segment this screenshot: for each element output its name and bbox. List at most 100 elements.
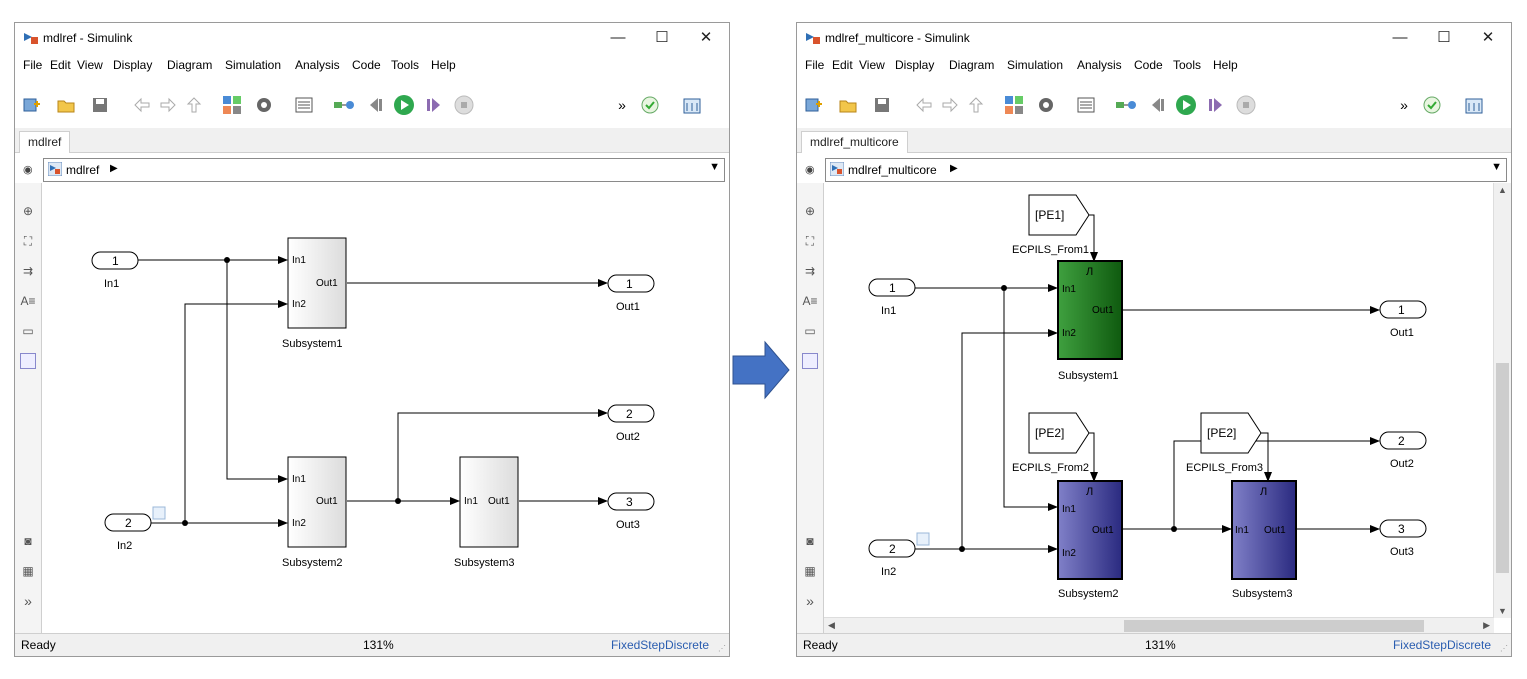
minimize-button[interactable]: — xyxy=(601,27,635,49)
forward-icon[interactable] xyxy=(939,94,961,116)
hide-explorer-icon[interactable]: ◉ xyxy=(805,163,815,176)
more-tools-button[interactable]: » xyxy=(611,94,633,116)
menu-display[interactable]: Display xyxy=(895,58,934,72)
menu-code[interactable]: Code xyxy=(1134,58,1163,72)
close-button[interactable]: ✕ xyxy=(1471,27,1505,49)
more-tools-button[interactable]: » xyxy=(1393,94,1415,116)
property-inspector-icon[interactable]: ▦ xyxy=(802,563,818,579)
maximize-button[interactable]: ☐ xyxy=(1427,27,1461,49)
run-icon[interactable] xyxy=(393,94,415,116)
breadcrumb-dropdown-icon[interactable]: ▼ xyxy=(709,161,720,173)
zoom-icon[interactable]: ⊕ xyxy=(802,203,818,219)
vertical-scrollbar[interactable]: ▲ ▼ xyxy=(1493,183,1511,618)
run-icon[interactable] xyxy=(1175,94,1197,116)
scroll-right-icon[interactable]: ▶ xyxy=(1483,620,1490,631)
menu-view[interactable]: View xyxy=(77,58,103,72)
step-forward-icon[interactable] xyxy=(423,94,445,116)
open-folder-icon[interactable] xyxy=(837,94,859,116)
menu-diagram[interactable]: Diagram xyxy=(167,58,212,72)
menu-analysis[interactable]: Analysis xyxy=(1077,58,1122,72)
menu-file[interactable]: File xyxy=(23,58,42,72)
new-model-icon[interactable] xyxy=(21,94,43,116)
check-icon[interactable] xyxy=(639,94,661,116)
step-back-icon[interactable] xyxy=(1147,94,1169,116)
update-diagram-icon[interactable] xyxy=(333,94,355,116)
open-folder-icon[interactable] xyxy=(55,94,77,116)
property-inspector-icon[interactable]: ▦ xyxy=(20,563,36,579)
data-inspector-icon[interactable] xyxy=(681,94,703,116)
library-browser-icon[interactable] xyxy=(221,94,243,116)
screenshot-icon[interactable]: ◙ xyxy=(802,533,818,549)
area-icon[interactable] xyxy=(20,353,36,369)
fit-to-view-icon[interactable]: ⛶ xyxy=(802,233,818,249)
menu-file[interactable]: File xyxy=(805,58,824,72)
scroll-up-icon[interactable]: ▲ xyxy=(1498,185,1507,195)
expand-palette-icon[interactable]: » xyxy=(802,593,818,609)
hide-explorer-icon[interactable]: ◉ xyxy=(23,163,33,176)
up-icon[interactable] xyxy=(965,94,987,116)
menu-display[interactable]: Display xyxy=(113,58,152,72)
step-back-icon[interactable] xyxy=(365,94,387,116)
up-icon[interactable] xyxy=(183,94,205,116)
diagram-canvas[interactable]: [PE1] ECPILS_From1 [PE2] ECPILS_From2 [P… xyxy=(824,183,1493,618)
settings-gear-icon[interactable] xyxy=(1035,94,1057,116)
menu-simulation[interactable]: Simulation xyxy=(1007,58,1063,72)
save-icon[interactable] xyxy=(89,94,111,116)
fit-to-view-icon[interactable]: ⛶ xyxy=(20,233,36,249)
menu-view[interactable]: View xyxy=(859,58,885,72)
area-icon[interactable] xyxy=(802,353,818,369)
screenshot-icon[interactable]: ◙ xyxy=(20,533,36,549)
stop-icon[interactable] xyxy=(1235,94,1257,116)
solver-link[interactable]: FixedStepDiscrete xyxy=(1393,638,1491,652)
close-button[interactable]: ✕ xyxy=(689,27,723,49)
data-inspector-icon[interactable] xyxy=(1463,94,1485,116)
maximize-button[interactable]: ☐ xyxy=(645,27,679,49)
scroll-down-icon[interactable]: ▼ xyxy=(1498,606,1507,616)
vertical-scroll-thumb[interactable] xyxy=(1496,363,1509,573)
diagram-canvas[interactable]: 1 In1 2 In2 In1 In2 Out1 Subsystem1 In1 … xyxy=(42,183,729,634)
stop-icon[interactable] xyxy=(453,94,475,116)
back-icon[interactable] xyxy=(131,94,153,116)
menu-help[interactable]: Help xyxy=(431,58,456,72)
scroll-left-icon[interactable]: ◀ xyxy=(828,620,835,631)
minimize-button[interactable]: — xyxy=(1383,27,1417,49)
image-icon[interactable]: ▭ xyxy=(20,323,36,339)
zoom-icon[interactable]: ⊕ xyxy=(20,203,36,219)
menu-diagram[interactable]: Diagram xyxy=(949,58,994,72)
breadcrumb[interactable]: mdlref_multicore ▶ ▼ xyxy=(825,158,1507,182)
breadcrumb[interactable]: mdlref ▶ ▼ xyxy=(43,158,725,182)
save-icon[interactable] xyxy=(871,94,893,116)
check-icon[interactable] xyxy=(1421,94,1443,116)
resize-grip-icon[interactable]: ⋰ xyxy=(1500,644,1508,653)
image-icon[interactable]: ▭ xyxy=(802,323,818,339)
menu-tools[interactable]: Tools xyxy=(1173,58,1201,72)
forward-icon[interactable] xyxy=(157,94,179,116)
step-forward-icon[interactable] xyxy=(1205,94,1227,116)
menu-simulation[interactable]: Simulation xyxy=(225,58,281,72)
expand-palette-icon[interactable]: » xyxy=(20,593,36,609)
route-lines-icon[interactable]: ⇉ xyxy=(802,263,818,279)
menu-edit[interactable]: Edit xyxy=(832,58,853,72)
tab-model[interactable]: mdlref_multicore xyxy=(801,131,908,153)
annotation-icon[interactable]: A≡ xyxy=(20,293,36,309)
menu-tools[interactable]: Tools xyxy=(391,58,419,72)
route-lines-icon[interactable]: ⇉ xyxy=(20,263,36,279)
menu-code[interactable]: Code xyxy=(352,58,381,72)
back-icon[interactable] xyxy=(913,94,935,116)
annotation-icon[interactable]: A≡ xyxy=(802,293,818,309)
menu-analysis[interactable]: Analysis xyxy=(295,58,340,72)
breadcrumb-dropdown-icon[interactable]: ▼ xyxy=(1491,161,1502,173)
update-diagram-icon[interactable] xyxy=(1115,94,1137,116)
model-explorer-icon[interactable] xyxy=(1075,94,1097,116)
model-explorer-icon[interactable] xyxy=(293,94,315,116)
resize-grip-icon[interactable]: ⋰ xyxy=(718,644,726,653)
menu-edit[interactable]: Edit xyxy=(50,58,71,72)
horizontal-scroll-thumb[interactable] xyxy=(1124,620,1424,632)
settings-gear-icon[interactable] xyxy=(253,94,275,116)
tab-model[interactable]: mdlref xyxy=(19,131,71,153)
new-model-icon[interactable] xyxy=(803,94,825,116)
horizontal-scrollbar[interactable]: ◀ ▶ xyxy=(824,617,1494,634)
solver-link[interactable]: FixedStepDiscrete xyxy=(611,638,709,652)
library-browser-icon[interactable] xyxy=(1003,94,1025,116)
menu-help[interactable]: Help xyxy=(1213,58,1238,72)
